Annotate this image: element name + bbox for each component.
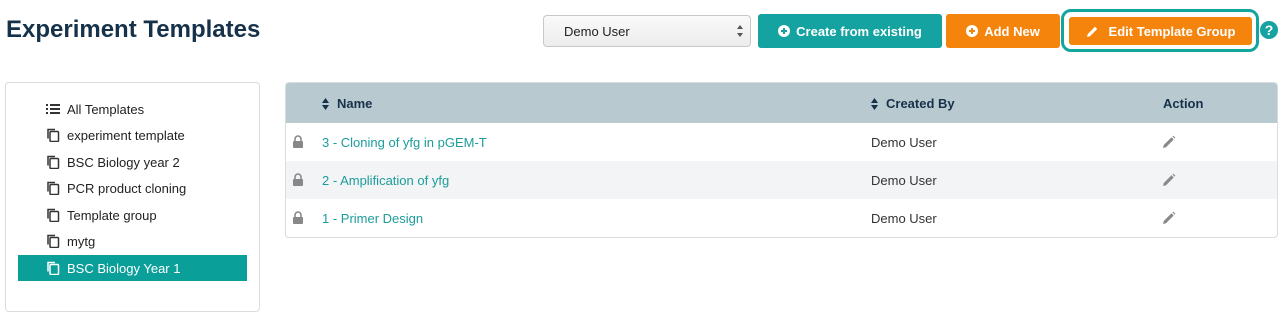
sidebar-item-bsc-biology-year-2[interactable]: BSC Biology year 2 [18,149,247,175]
sidebar-item-label: experiment template [67,127,185,143]
table-row: 3 - Cloning of yfg in pGEM-T Demo User [286,123,1277,161]
sidebar-item-template-group[interactable]: Template group [18,202,247,228]
add-new-label: Add New [984,23,1040,39]
pencil-icon[interactable] [1162,173,1176,187]
copy-icon [47,155,60,169]
table-header: Name Created By Action [286,83,1277,123]
user-select[interactable]: Demo User [543,15,751,47]
pencil-icon[interactable] [1162,135,1176,149]
copy-icon [47,234,60,248]
lock-icon [293,173,303,186]
template-name-link[interactable]: 2 - Amplification of yfg [322,173,449,188]
sidebar-item-mytg[interactable]: mytg [18,228,247,254]
sidebar-item-label: Template group [67,207,157,223]
list-icon [46,104,60,114]
sidebar-item-pcr-product-cloning[interactable]: PCR product cloning [18,175,247,201]
column-header-label: Name [337,96,373,111]
templates-table: Name Created By Action 3 - Cloning of yf… [285,82,1278,238]
template-name-link[interactable]: 3 - Cloning of yfg in pGEM-T [322,135,487,150]
pencil-icon[interactable] [1162,211,1176,225]
edit-template-group-label: Edit Template Group [1108,23,1236,39]
created-by-cell: Demo User [871,173,937,188]
column-header-label: Created By [886,96,955,111]
edit-template-group-highlight: Edit Template Group [1061,9,1259,52]
plus-circle-icon [966,25,979,37]
template-group-sidebar: All Templates experiment template BSC Bi… [5,82,260,312]
select-caret-icon [737,25,743,37]
column-header-action: Action [1163,96,1203,111]
sidebar-item-label: mytg [67,233,96,249]
sidebar-item-all-templates[interactable]: All Templates [18,96,247,122]
column-header-label: Action [1163,96,1204,111]
copy-icon [47,261,60,275]
created-by-cell: Demo User [871,135,937,150]
sidebar-item-label: BSC Biology year 2 [67,154,180,170]
sort-icon [322,97,329,110]
sidebar-item-label: BSC Biology Year 1 [67,260,181,276]
column-header-created-by[interactable]: Created By [871,96,955,111]
table-row: 2 - Amplification of yfg Demo User [286,161,1277,199]
edit-template-group-button[interactable]: Edit Template Group [1069,17,1252,45]
plus-circle-icon [778,25,791,37]
sort-icon [871,97,878,110]
template-name-link[interactable]: 1 - Primer Design [322,211,423,226]
help-icon[interactable]: ? [1260,21,1278,39]
column-header-name[interactable]: Name [322,96,372,111]
page-title: Experiment Templates [6,16,261,43]
created-by-cell: Demo User [871,211,937,226]
pencil-icon [1086,26,1097,37]
create-from-existing-button[interactable]: Create from existing [758,14,942,48]
copy-icon [47,181,60,195]
create-from-existing-label: Create from existing [796,23,922,39]
user-select-value: Demo User [564,23,630,39]
lock-icon [293,135,303,148]
copy-icon [47,128,60,142]
lock-icon [293,211,303,224]
table-row: 1 - Primer Design Demo User [286,199,1277,237]
sidebar-item-experiment-template[interactable]: experiment template [18,122,247,148]
sidebar-item-label: PCR product cloning [67,180,187,196]
add-new-button[interactable]: Add New [946,14,1060,48]
sidebar-item-label: All Templates [67,101,145,117]
sidebar-item-bsc-biology-year-1[interactable]: BSC Biology Year 1 [18,255,247,281]
copy-icon [47,208,60,222]
